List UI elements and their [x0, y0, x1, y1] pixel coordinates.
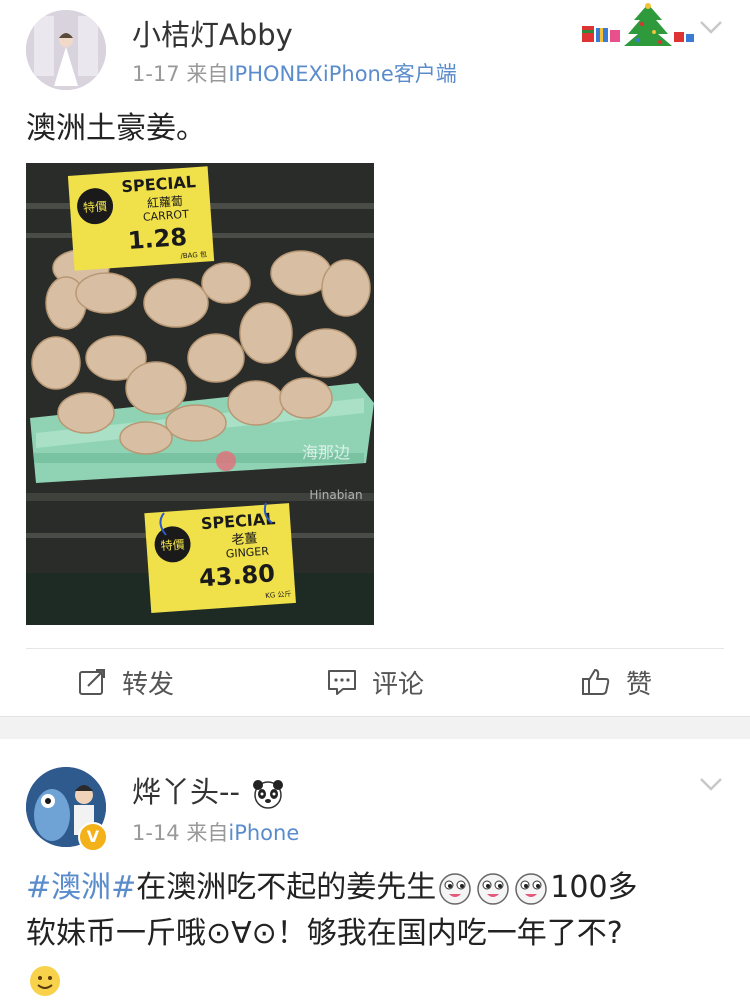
tongue-out-face-emoji-icon [439, 872, 472, 905]
post-date: 1-17 [132, 62, 180, 86]
username-text: 烨丫头-- [132, 775, 240, 809]
hashtag-link[interactable]: #澳洲# [26, 870, 136, 905]
divider [26, 648, 724, 649]
chevron-down-icon[interactable] [696, 769, 726, 799]
tongue-out-face-emoji-icon [515, 872, 548, 905]
post-text: #澳洲#在澳洲吃不起的姜先生 100多 软妹币一斤哦⊙∀⊙！够我在国内吃一年了不? [26, 865, 726, 1003]
like-button[interactable]: 赞 [580, 660, 652, 704]
post-source[interactable]: IPHONEXiPhone客户端 [228, 62, 456, 86]
thumbs-up-icon [582, 669, 610, 695]
sign-unit: KG 公斤 [265, 589, 292, 600]
username[interactable]: 烨丫头-- [132, 769, 287, 811]
post-meta: 1-17 来自IPHONEXiPhone客户端 [132, 58, 457, 88]
source-prefix: 来自 [186, 821, 229, 845]
post-date: 1-14 [132, 821, 180, 845]
watermark-cn: 海那边 [302, 443, 350, 462]
post-meta: 1-14 来自iPhone [132, 817, 299, 847]
post-text-line2: 软妹币一斤哦⊙∀⊙！够我在国内吃一年了不? [26, 916, 623, 951]
repost-button[interactable]: 转发 [76, 660, 174, 704]
sign-badge: 特價 [160, 537, 185, 554]
repost-icon [79, 669, 105, 695]
comment-button[interactable]: 评论 [326, 660, 424, 704]
chevron-down-icon[interactable] [696, 12, 726, 42]
source-prefix: 来自 [186, 62, 229, 86]
tongue-out-face-emoji-icon [477, 872, 510, 905]
username[interactable]: 小桔灯Abby [132, 12, 293, 54]
post-image[interactable]: 特價 SPECIAL 紅蘿蔔 CARROT 1.28 /BAG 包 海那边 Hi… [26, 163, 374, 625]
sign-price: 43.80 [198, 559, 276, 592]
comment-icon [328, 670, 356, 695]
post-text-line1-tail: 100多 [550, 870, 638, 905]
post-text: 澳洲土豪姜。 [26, 111, 206, 146]
watermark-en: Hinabian [309, 488, 362, 502]
weibo-post: 小桔灯Abby 1-17 来自IPHONEXiPhone客户端 澳洲土豪姜。 特… [0, 0, 750, 716]
weibo-post: V 烨丫头-- 1-14 来自iPhone #澳洲#在澳洲吃不起的姜先生 100多… [0, 739, 750, 996]
sign-price: 1.28 [127, 223, 188, 255]
comment-label: 评论 [372, 669, 425, 700]
post-separator [0, 716, 750, 740]
post-source[interactable]: iPhone [228, 821, 299, 845]
verified-badge-icon: V [78, 822, 108, 852]
panda-icon [253, 780, 284, 809]
sign-badge: 特價 [83, 198, 108, 215]
christmas-decoration-icon [582, 3, 694, 46]
like-label: 赞 [626, 669, 653, 700]
repost-label: 转发 [122, 669, 175, 700]
sign-unit: /BAG 包 [180, 250, 207, 261]
avatar[interactable] [26, 10, 106, 90]
post-text-line1: 在澳洲吃不起的姜先生 [136, 870, 437, 905]
